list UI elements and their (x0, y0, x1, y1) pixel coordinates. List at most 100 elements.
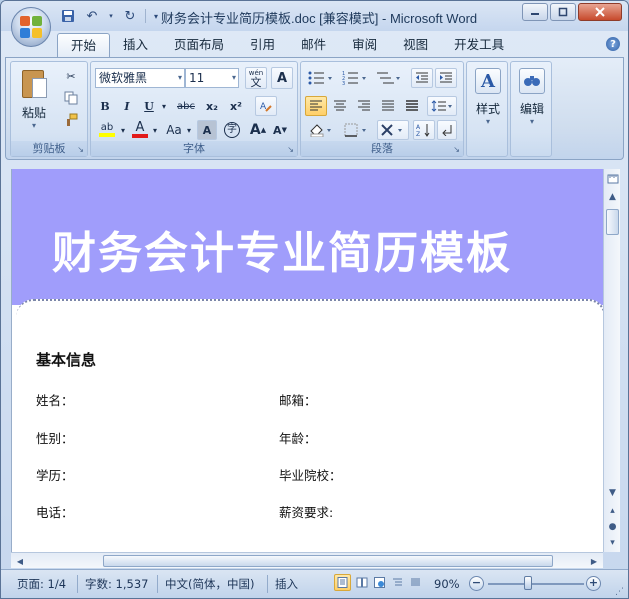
change-case-dropdown-icon[interactable]: ▾ (185, 120, 193, 140)
zoom-slider-track[interactable] (488, 583, 584, 585)
font-name-dropdown-icon[interactable]: ▾ (178, 69, 182, 87)
word-count[interactable]: 字数: 1,537 (85, 575, 148, 593)
highlight-dropdown-icon[interactable]: ▾ (119, 120, 127, 140)
format-painter-icon[interactable] (61, 110, 81, 130)
language-indicator[interactable]: 中文(简体，中国) (165, 575, 254, 593)
horizontal-scroll-thumb[interactable] (103, 555, 553, 567)
customize-qat-icon[interactable]: ▾ (152, 8, 160, 24)
ribbon: 粘贴 ▾ ✂ 剪贴板 ↘ 微软雅黑 ▾ 11 ▾ wén 文 A B I U ▾… (5, 57, 624, 160)
font-launcher-icon[interactable]: ↘ (287, 145, 294, 154)
italic-button[interactable]: I (117, 96, 137, 116)
styles-button[interactable]: A 样式 ▾ (473, 68, 503, 126)
tab-page-layout[interactable]: 页面布局 (161, 33, 237, 57)
maximize-button[interactable] (550, 3, 576, 21)
shading-button[interactable] (305, 120, 339, 140)
enclose-characters-button[interactable]: 字 (221, 120, 243, 140)
font-size-dropdown-icon[interactable]: ▾ (232, 69, 236, 87)
minimize-button[interactable] (522, 3, 548, 21)
office-button[interactable] (11, 7, 51, 47)
strikethrough-button[interactable]: abc (173, 96, 199, 116)
character-border-button[interactable]: A (271, 67, 293, 89)
zoom-level[interactable]: 90% (434, 575, 460, 593)
undo-dropdown-icon[interactable]: ▾ (107, 8, 115, 24)
editing-dropdown-icon[interactable]: ▾ (530, 117, 534, 126)
align-center-button[interactable] (329, 96, 351, 116)
resume-title: 财务会计专业简历模板 (52, 228, 512, 279)
clipboard-launcher-icon[interactable]: ↘ (77, 145, 84, 154)
underline-dropdown-icon[interactable]: ▾ (159, 96, 169, 116)
redo-icon[interactable]: ↻ (121, 8, 139, 24)
help-icon[interactable]: ? (606, 37, 620, 51)
shrink-font-button[interactable]: A ▼ (269, 120, 291, 140)
tab-references[interactable]: 引用 (237, 33, 288, 57)
horizontal-scrollbar[interactable]: ◀ ▶ (11, 552, 603, 568)
vertical-scrollbar[interactable]: ▲ ▼ ▴ ● ▾ (603, 169, 620, 552)
bullets-button[interactable] (305, 68, 337, 88)
copy-icon[interactable] (61, 88, 81, 108)
paste-button[interactable]: 粘贴 ▾ (17, 68, 51, 130)
scroll-left-icon[interactable]: ◀ (13, 554, 27, 568)
zoom-slider-thumb[interactable] (524, 576, 532, 590)
font-color-dropdown-icon[interactable]: ▾ (151, 120, 159, 140)
tab-insert[interactable]: 插入 (110, 33, 161, 57)
chinese-layout-button[interactable] (377, 120, 409, 140)
sort-button[interactable]: AZ (413, 120, 435, 140)
superscript-button[interactable]: x² (225, 96, 247, 116)
zoom-in-icon[interactable]: + (586, 576, 601, 591)
phonetic-guide-button[interactable]: wén 文 (245, 67, 267, 89)
distributed-button[interactable] (401, 96, 423, 116)
scroll-up-icon[interactable]: ▲ (605, 189, 620, 205)
subscript-button[interactable]: x₂ (201, 96, 223, 116)
tab-developer[interactable]: 开发工具 (441, 33, 517, 57)
resize-grip-icon[interactable]: ⋰ (615, 587, 624, 597)
line-spacing-button[interactable] (427, 96, 457, 116)
full-screen-reading-view-icon[interactable] (353, 574, 370, 591)
font-size-box[interactable]: 11 ▾ (185, 68, 239, 88)
undo-icon[interactable]: ↶ (83, 8, 101, 24)
paragraph-launcher-icon[interactable]: ↘ (453, 145, 460, 154)
highlight-button[interactable]: ab (95, 120, 119, 140)
tab-review[interactable]: 审阅 (339, 33, 390, 57)
decrease-indent-button[interactable] (411, 68, 433, 88)
previous-page-icon[interactable]: ▴ (605, 503, 620, 519)
styles-dropdown-icon[interactable]: ▾ (486, 117, 490, 126)
page-count[interactable]: 页面: 1/4 (17, 575, 66, 593)
font-color-button[interactable]: A (129, 120, 151, 140)
multilevel-list-button[interactable] (373, 68, 405, 88)
bold-button[interactable]: B (95, 96, 115, 116)
document-canvas[interactable]: 财务会计专业简历模板 基本信息 姓名： 邮箱： 性别： 年龄： 学历： 毕业院校… (11, 169, 603, 552)
vertical-scroll-thumb[interactable] (606, 209, 619, 235)
borders-button[interactable] (341, 120, 373, 140)
tab-view[interactable]: 视图 (390, 33, 441, 57)
clear-formatting-button[interactable]: A (255, 96, 277, 116)
underline-button[interactable]: U (139, 96, 159, 116)
zoom-out-icon[interactable]: − (469, 576, 484, 591)
tab-mailings[interactable]: 邮件 (288, 33, 339, 57)
draft-view-icon[interactable] (407, 574, 424, 591)
select-browse-object-icon[interactable]: ● (605, 519, 620, 535)
next-page-icon[interactable]: ▾ (605, 535, 620, 551)
numbering-button[interactable]: 123 (339, 68, 371, 88)
web-layout-view-icon[interactable] (371, 574, 388, 591)
outline-view-icon[interactable] (389, 574, 406, 591)
character-shading-button[interactable]: A (197, 120, 217, 140)
cut-icon[interactable]: ✂ (61, 66, 81, 86)
scroll-down-icon[interactable]: ▼ (605, 485, 620, 501)
align-left-button[interactable] (305, 96, 327, 116)
justify-button[interactable] (377, 96, 399, 116)
scroll-right-icon[interactable]: ▶ (587, 554, 601, 568)
editing-button[interactable]: 编辑 ▾ (517, 68, 547, 126)
tab-home[interactable]: 开始 (57, 33, 111, 57)
paste-dropdown-icon[interactable]: ▾ (32, 121, 36, 130)
font-name-box[interactable]: 微软雅黑 ▾ (95, 68, 185, 88)
grow-font-button[interactable]: A ▲ (247, 120, 269, 140)
save-icon[interactable] (59, 8, 77, 24)
insert-mode-indicator[interactable]: 插入 (275, 575, 298, 593)
close-button[interactable] (578, 3, 622, 21)
show-marks-button[interactable] (437, 120, 457, 140)
print-layout-view-icon[interactable] (334, 574, 351, 591)
increase-indent-button[interactable] (435, 68, 457, 88)
align-right-button[interactable] (353, 96, 375, 116)
change-case-button[interactable]: Aa (163, 120, 185, 140)
ruler-toggle-icon[interactable] (605, 171, 620, 187)
